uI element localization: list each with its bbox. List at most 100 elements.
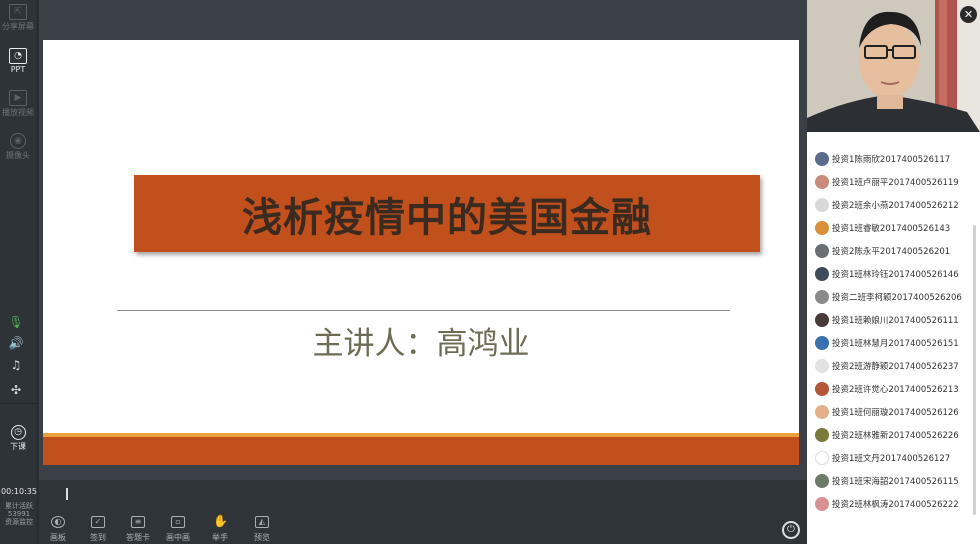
student-list-item[interactable]: 投资1班林慧月2017400526151 <box>815 335 959 351</box>
slide-footer-band <box>43 437 799 465</box>
clock-icon: ◷ <box>10 425 26 440</box>
slide-title-banner: 浅析疫情中的美国金融 <box>134 175 760 252</box>
presentation-stage: 浅析疫情中的美国金融 主讲人：高鸿业 <box>39 0 807 480</box>
camera-label: 摄像头 <box>6 151 30 160</box>
student-list: 投资1陈雨欣2017400526117 投资1班卢丽平2017400526119 投… <box>807 132 980 544</box>
student-avatar <box>815 336 829 350</box>
student-avatar <box>815 267 829 281</box>
fullscreen-icon[interactable]: ✣ <box>6 382 26 398</box>
student-name: 投资2班余小燕2017400526212 <box>832 201 959 211</box>
student-name: 投资1陈雨欣2017400526117 <box>832 155 951 165</box>
slide-presenter: 主讲人：高鸿业 <box>312 326 530 362</box>
student-list-item[interactable]: 投资1班宋海韶2017400526115 <box>815 473 959 489</box>
preview-button[interactable]: ◭ 预览 <box>244 516 280 543</box>
student-list-item[interactable]: 投资2班许觉心2017400526213 <box>815 381 959 397</box>
slide-title: 浅析疫情中的美国金融 <box>242 193 652 241</box>
student-name: 投资2班林雅新2017400526226 <box>832 431 959 441</box>
student-list-item[interactable]: 投资1班林玲钰2017400526146 <box>815 266 959 282</box>
end-class-button[interactable]: ◷ 下课 <box>0 425 36 452</box>
raise-hand-label: 举手 <box>212 533 228 542</box>
student-name: 投资二班李柯颖2017400526206 <box>832 293 962 303</box>
resource-monitor-label[interactable]: 资源监控 <box>0 518 38 526</box>
ppt-label: PPT <box>10 65 26 74</box>
student-name: 投资2陈永平2017400526201 <box>832 247 951 257</box>
student-list-item[interactable]: 投资1班睿敏2017400526143 <box>815 220 950 236</box>
student-name: 投资2班林枫涛2017400526222 <box>832 500 959 510</box>
share-screen-icon: ⇱ <box>9 4 27 20</box>
stats-block: 累计活跃 53991 资源监控 <box>0 502 38 526</box>
student-list-item[interactable]: 投资1班赖娘川2017400526111 <box>815 312 959 328</box>
camera-button[interactable]: ◉ 摄像头 <box>0 133 36 161</box>
student-avatar <box>815 451 829 465</box>
student-list-item[interactable]: 投资1陈雨欣2017400526117 <box>815 151 950 167</box>
checkin-button[interactable]: ✓ 签到 <box>80 516 116 543</box>
microphone-icon[interactable]: 🎙 <box>6 314 26 330</box>
palette-icon: ◐ <box>51 516 65 528</box>
left-sidebar: ⇱ 分享屏幕 ◔ PPT ▶ 播放视频 ◉ 摄像头 🎙 🔊 ♫ ✣ ◷ 下课 <box>0 0 38 544</box>
checkin-label: 签到 <box>90 533 106 542</box>
student-name: 投资1班林玲钰2017400526146 <box>832 270 959 280</box>
student-avatar <box>815 221 829 235</box>
share-screen-label: 分享屏幕 <box>2 22 34 31</box>
text-cursor <box>66 488 68 500</box>
student-list-item[interactable]: 投资1班卢丽平2017400526119 <box>815 174 959 190</box>
student-avatar <box>815 290 829 304</box>
picture-in-picture-label: 画中画 <box>166 533 190 542</box>
student-list-item[interactable]: 投资2班余小燕2017400526212 <box>815 197 959 213</box>
play-video-icon: ▶ <box>9 90 27 106</box>
end-class-label: 下课 <box>10 442 26 451</box>
class-timer: 00:10:35 <box>1 487 37 496</box>
webcam-video-frame <box>807 0 980 132</box>
play-video-button[interactable]: ▶ 播放视频 <box>0 90 36 118</box>
student-avatar <box>815 382 829 396</box>
speaker-icon[interactable]: 🔊 <box>6 335 26 351</box>
student-avatar <box>815 428 829 442</box>
teacher-webcam <box>807 0 980 132</box>
ppt-button[interactable]: ◔ PPT <box>0 48 36 74</box>
preview-icon: ◭ <box>255 516 269 528</box>
student-list-item[interactable]: 投资2班林雅新2017400526226 <box>815 427 959 443</box>
student-name: 投资1班宋海韶2017400526115 <box>832 477 959 487</box>
sidebar-divider <box>0 403 38 404</box>
camera-icon: ◉ <box>10 133 26 149</box>
student-avatar <box>815 244 829 258</box>
answer-card-label: 答题卡 <box>126 533 150 542</box>
preview-label: 预览 <box>254 533 270 542</box>
ppt-icon: ◔ <box>9 48 27 64</box>
student-avatar <box>815 359 829 373</box>
stat-value: 53991 <box>7 510 31 518</box>
answer-card-icon: ≡ <box>131 516 145 528</box>
student-avatar <box>815 198 829 212</box>
answer-card-button[interactable]: ≡ 答题卡 <box>120 516 156 543</box>
student-list-item[interactable]: 投资1班何丽璇2017400526126 <box>815 404 959 420</box>
student-name: 投资1班卢丽平2017400526119 <box>832 178 959 188</box>
student-name: 投资1班林慧月2017400526151 <box>832 339 959 349</box>
ppt-slide: 浅析疫情中的美国金融 主讲人：高鸿业 <box>43 40 799 465</box>
slide-divider <box>117 310 730 311</box>
picture-in-picture-icon: ▫ <box>171 516 185 528</box>
student-name: 投资1班何丽璇2017400526126 <box>832 408 959 418</box>
student-list-item[interactable]: 投资1班文丹2017400526127 <box>815 450 950 466</box>
palette-label: 画板 <box>50 533 66 542</box>
student-name: 投资2班游静颖2017400526237 <box>832 362 959 372</box>
checkin-icon: ✓ <box>91 516 105 528</box>
student-name: 投资1班睿敏2017400526143 <box>832 224 951 234</box>
student-avatar <box>815 175 829 189</box>
student-avatar <box>815 497 829 511</box>
picture-in-picture-button[interactable]: ▫ 画中画 <box>160 516 196 543</box>
music-icon[interactable]: ♫ <box>6 357 26 373</box>
palette-button[interactable]: ◐ 画板 <box>40 516 76 543</box>
student-list-item[interactable]: 投资2班林枫涛2017400526222 <box>815 496 959 512</box>
stat-label: 累计活跃 <box>5 502 33 510</box>
student-list-item[interactable]: 投资2班游静颖2017400526237 <box>815 358 959 374</box>
play-video-label: 播放视频 <box>2 108 34 117</box>
power-icon[interactable]: ⏻ <box>782 521 800 539</box>
raise-hand-button[interactable]: ✋ 举手 <box>202 515 238 543</box>
share-screen-button[interactable]: ⇱ 分享屏幕 <box>0 4 36 32</box>
close-icon[interactable]: ✕ <box>960 6 977 23</box>
student-list-item[interactable]: 投资二班李柯颖2017400526206 <box>815 289 962 305</box>
student-avatar <box>815 313 829 327</box>
student-list-item[interactable]: 投资2陈永平2017400526201 <box>815 243 950 259</box>
student-avatar <box>815 405 829 419</box>
student-list-scrollbar[interactable] <box>973 225 976 515</box>
